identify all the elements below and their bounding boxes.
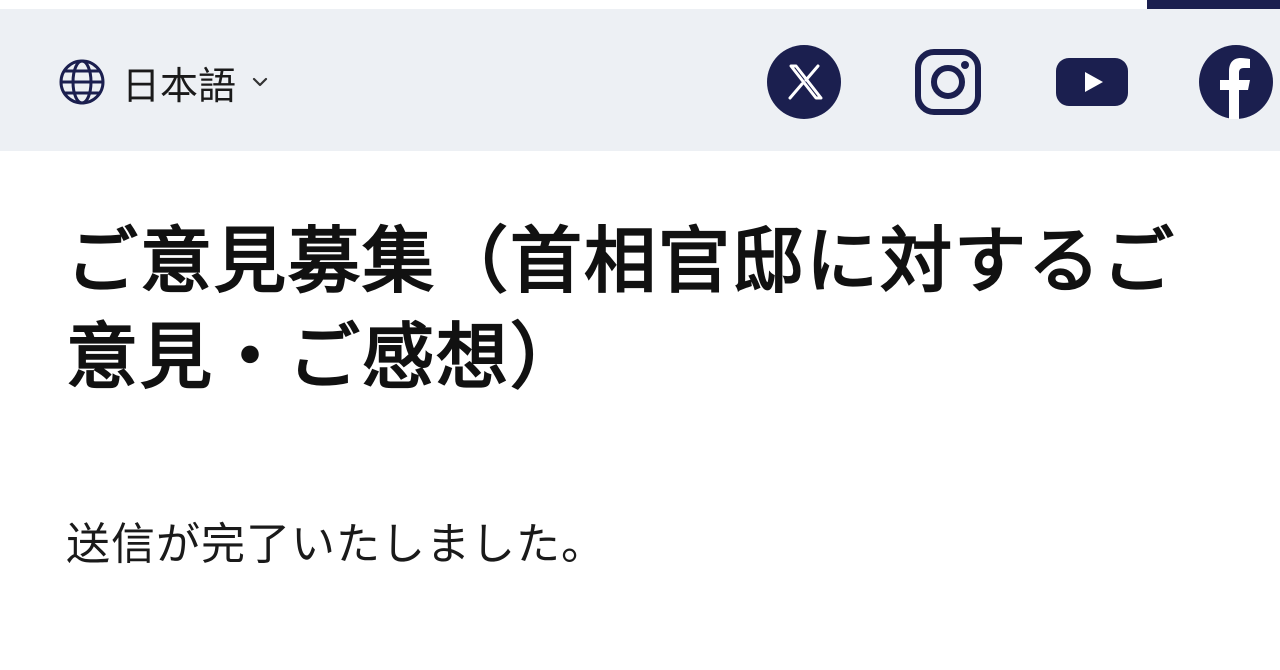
facebook-icon[interactable] — [1198, 44, 1274, 120]
accent-bar — [1147, 0, 1280, 9]
x-icon[interactable] — [766, 44, 842, 120]
language-label: 日本語 — [122, 63, 237, 108]
completion-message: 送信が完了いたしました。 — [66, 519, 606, 570]
site-header: 日本語 — [0, 9, 1280, 151]
top-strip — [0, 0, 1280, 9]
youtube-icon[interactable] — [1054, 44, 1130, 120]
globe-icon — [59, 59, 105, 105]
chevron-down-icon — [252, 77, 268, 87]
page-title: ご意見募集（首相官邸に対するご意見・ご感想） — [66, 219, 1177, 399]
language-selector[interactable]: 日本語 — [58, 57, 270, 108]
instagram-icon[interactable] — [910, 44, 986, 120]
